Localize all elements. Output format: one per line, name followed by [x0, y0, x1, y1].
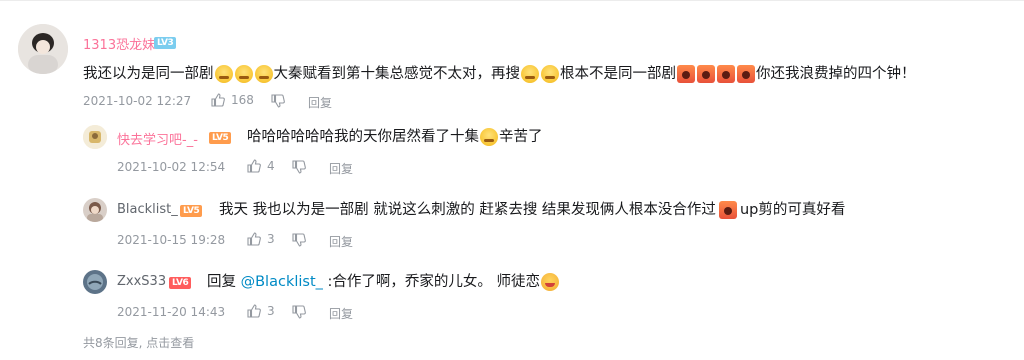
- level-badge: LV5: [209, 132, 232, 144]
- comment-date: 2021-10-02 12:54: [117, 160, 226, 174]
- cry-emoji-icon: [718, 201, 737, 219]
- avatar[interactable]: [83, 270, 107, 294]
- comment-text: 哈哈哈哈哈哈我的天你居然看了十集 辛苦了: [247, 126, 543, 148]
- comment-date: 2021-10-02 12:27: [83, 94, 192, 108]
- level-badge: LV6: [169, 277, 192, 289]
- comment-text-part: 我天 我也以为是一部剧 就说这么刺激的 赶紧去搜 结果发现俩人根本没合作过: [219, 202, 716, 218]
- cry-emoji-icon: [677, 65, 695, 83]
- thumbs-down-icon[interactable]: [292, 305, 306, 319]
- like-count: 3: [267, 232, 275, 246]
- smile-emoji-icon: [541, 273, 559, 291]
- level-badge: LV3: [154, 37, 177, 49]
- comment-text-part: 根本不是同一部剧: [560, 66, 676, 82]
- like-button[interactable]: 3: [247, 304, 275, 318]
- doge-emoji-icon: [254, 65, 273, 83]
- cry-emoji-icon: [737, 65, 755, 83]
- cry-emoji-icon: [717, 65, 735, 83]
- comment-text-part: 你还我浪费掉的四个钟！: [756, 66, 916, 82]
- doge-emoji-icon: [480, 128, 498, 146]
- comment-text-part: 辛苦了: [499, 129, 543, 145]
- thumbs-down-icon[interactable]: [292, 160, 306, 174]
- reply-prefix: 回复: [207, 274, 236, 290]
- reply-button[interactable]: 回复: [329, 305, 353, 322]
- like-count: 168: [231, 93, 254, 107]
- doge-emoji-icon: [521, 65, 539, 83]
- comment-text: 回复 @Blacklist_ :合作了啊，乔家的儿女。 师徒恋: [207, 271, 560, 293]
- username[interactable]: 快去学习吧-_-: [117, 129, 198, 148]
- thumbs-up-icon: [247, 232, 261, 246]
- divider: [0, 0, 1024, 1]
- thumbs-down-icon[interactable]: [292, 233, 306, 247]
- comment-text-part: 哈哈哈哈哈哈我的天你居然看了十集: [247, 129, 479, 145]
- comment-text: 我天 我也以为是一部剧 就说这么刺激的 赶紧去搜 结果发现俩人根本没合作过 up剪…: [219, 199, 845, 221]
- doge-emoji-icon: [541, 65, 559, 83]
- like-button[interactable]: 3: [247, 232, 275, 246]
- doge-emoji-icon: [234, 65, 253, 83]
- thumbs-down-icon[interactable]: [271, 94, 285, 108]
- comment-text-part: 大秦赋看到第十集总感觉不太对，再搜: [273, 66, 521, 82]
- reply-button[interactable]: 回复: [308, 94, 332, 111]
- mention-link[interactable]: @Blacklist_: [241, 274, 323, 290]
- like-count: 3: [267, 304, 275, 318]
- comment-text: 我还以为是同一部剧 大秦赋看到第十集总感觉不太对，再搜 根本不是同一部剧 你还我浪费掉…: [83, 63, 916, 85]
- cry-emoji-icon: [697, 65, 715, 83]
- comment-text-part: :合作了啊，乔家的儿女。 师徒恋: [327, 274, 541, 290]
- avatar[interactable]: [83, 198, 107, 222]
- thumbs-up-icon: [247, 159, 261, 173]
- like-button[interactable]: 168: [211, 93, 254, 107]
- username[interactable]: ZxxS33: [117, 274, 166, 289]
- thumbs-up-icon: [211, 93, 225, 107]
- comment-text-part: up剪的可真好看: [739, 202, 846, 218]
- username[interactable]: 1313恐龙妹: [83, 34, 155, 53]
- username[interactable]: Blacklist_: [117, 202, 178, 217]
- avatar[interactable]: [83, 125, 107, 149]
- comment-date: 2021-11-20 14:43: [117, 305, 226, 319]
- thumbs-up-icon: [247, 304, 261, 318]
- reply-button[interactable]: 回复: [329, 160, 353, 177]
- comment-text-part: 我还以为是同一部剧: [83, 66, 214, 82]
- like-count: 4: [267, 159, 275, 173]
- comment-date: 2021-10-15 19:28: [117, 233, 226, 247]
- level-badge: LV5: [180, 205, 203, 217]
- reply-button[interactable]: 回复: [329, 233, 353, 250]
- like-button[interactable]: 4: [247, 159, 275, 173]
- doge-emoji-icon: [214, 65, 233, 83]
- view-more-replies-link[interactable]: 共8条回复, 点击查看: [83, 334, 194, 351]
- avatar[interactable]: [18, 24, 68, 74]
